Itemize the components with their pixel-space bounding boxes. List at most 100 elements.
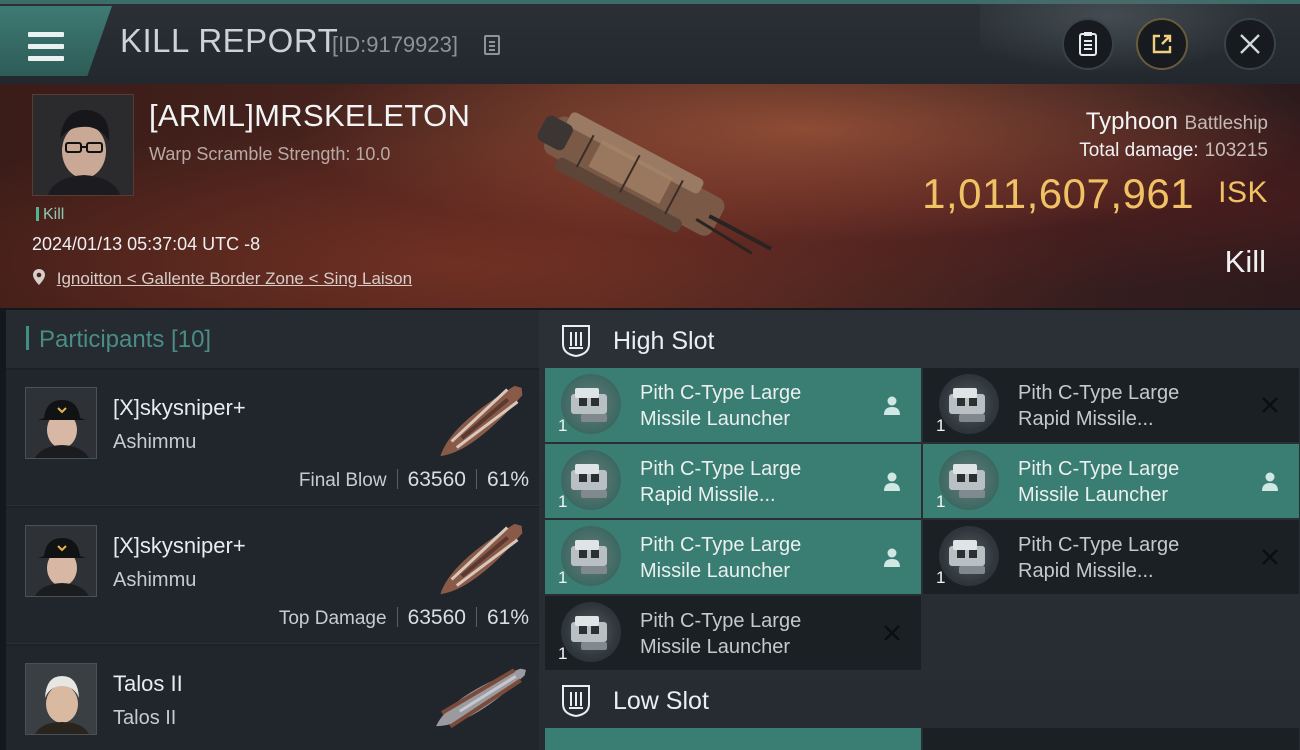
low-slot-module[interactable] (545, 728, 921, 750)
person-icon (881, 546, 903, 568)
high-slot-module[interactable]: 1 Pith C-Type Large Missile Launcher (545, 368, 921, 442)
missile-launcher-icon (561, 450, 621, 510)
share-button[interactable] (1136, 18, 1188, 70)
participant-ship-image (440, 385, 523, 457)
module-quantity: 1 (936, 416, 946, 435)
high-slot-module[interactable]: 1 Pith C-Type Large Missile Launcher (923, 444, 1299, 518)
ship-name[interactable]: Typhoon (1086, 108, 1178, 135)
total-damage-value: 103215 (1204, 140, 1268, 161)
participant-name[interactable]: Talos II (113, 671, 183, 697)
person-icon (1259, 470, 1281, 492)
module-name: Pith C-Type Large Missile Launcher (640, 608, 870, 660)
kill-result: Kill (1224, 244, 1266, 279)
close-icon (1240, 34, 1260, 54)
participant-avatar[interactable] (25, 387, 97, 459)
module-name-line2: Missile Launcher (1018, 484, 1169, 506)
module-quantity: 1 (936, 568, 946, 587)
participant-row[interactable]: [X]skysniper+ Ashimmu Final Blow 63560 61% (6, 370, 539, 506)
module-quantity: 1 (936, 492, 946, 511)
participant-name[interactable]: [X]skysniper+ (113, 395, 246, 421)
participant-row[interactable]: [X]skysniper+ Ashimmu Top Damage 63560 61% (6, 508, 539, 644)
participant-ship-image (440, 523, 523, 595)
participant-role: Top Damage (278, 608, 387, 629)
location-link[interactable]: Ignoitton < Gallente Border Zone < Sing … (57, 269, 412, 288)
module-name: Pith C-Type Large Rapid Missile... (1018, 380, 1248, 432)
victim-ship-image (537, 112, 773, 255)
low-slot-title: Low Slot (613, 686, 709, 715)
high-slot-icon (562, 325, 590, 358)
total-damage: Total damage: 103215 (1079, 140, 1268, 162)
person-icon (881, 470, 903, 492)
top-bar: KILL REPORT [ID:9179923] (0, 0, 1300, 84)
high-slot-module[interactable]: 1 Pith C-Type Large Rapid Missile... (545, 444, 921, 518)
module-name-line2: Rapid Missile... (1018, 560, 1154, 582)
module-name-line1: Pith C-Type Large (640, 610, 802, 632)
isk-amount: 1,011,607,961 (922, 170, 1195, 217)
high-slot-module[interactable]: 1 Pith C-Type Large Missile Launcher (545, 520, 921, 594)
victim-ship: Typhoon Battleship (1086, 108, 1268, 136)
participant-ship: Ashimmu (113, 569, 197, 591)
low-slot-module[interactable] (923, 728, 1299, 750)
module-name: Pith C-Type Large Missile Launcher (1018, 456, 1248, 508)
kill-location[interactable]: Ignoitton < Gallente Border Zone < Sing … (32, 268, 412, 289)
participant-ship: Talos II (113, 707, 177, 729)
participant-row[interactable]: Talos II Talos II (6, 646, 539, 750)
missile-launcher-icon (939, 526, 999, 586)
low-slot-header: Low Slot (561, 676, 709, 726)
close-button[interactable] (1224, 18, 1276, 70)
participant-avatar[interactable] (25, 663, 97, 735)
participant-ship-image (436, 668, 526, 729)
total-damage-label: Total damage: (1079, 140, 1199, 161)
module-name-line2: Rapid Missile... (640, 484, 776, 506)
module-name-line2: Missile Launcher (640, 560, 791, 582)
module-name-line1: Pith C-Type Large (640, 382, 802, 404)
participants-header: Participants [10] (6, 310, 539, 368)
missile-launcher-icon (561, 526, 621, 586)
module-name-line2: Missile Launcher (640, 636, 791, 658)
missile-launcher-icon (561, 602, 621, 662)
participants-panel: Participants [10] [X]skysniper+ Ashimmu … (6, 310, 539, 750)
location-pin-icon (33, 269, 45, 285)
module-name-line1: Pith C-Type Large (640, 534, 802, 556)
module-name-line1: Pith C-Type Large (1018, 382, 1180, 404)
menu-button[interactable] (0, 6, 112, 76)
ship-class: Battleship (1184, 113, 1268, 134)
copy-icon[interactable] (484, 35, 500, 55)
isk-value: 1,011,607,961 ISK (922, 170, 1268, 218)
module-name-line1: Pith C-Type Large (1018, 458, 1180, 480)
module-quantity: 1 (558, 492, 568, 511)
missile-launcher-icon (561, 374, 621, 434)
participant-percent: 61% (486, 468, 529, 491)
module-name: Pith C-Type Large Missile Launcher (640, 532, 870, 584)
module-name-line1: Pith C-Type Large (640, 458, 802, 480)
share-icon (1152, 34, 1172, 54)
victim-avatar[interactable] (32, 94, 134, 196)
report-id: [ID:9179923] (332, 32, 458, 57)
page-title: KILL REPORT (120, 22, 339, 59)
module-name: Pith C-Type Large Rapid Missile... (640, 456, 870, 508)
module-name-line1: Pith C-Type Large (1018, 534, 1180, 556)
low-slot-icon (562, 685, 590, 718)
module-name: Pith C-Type Large Rapid Missile... (1018, 532, 1248, 584)
fitting-panel: High Slot 1 Pith C-Type Large Missile Laun… (539, 310, 1300, 750)
high-slot-module[interactable]: 1 Pith C-Type Large Missile Launcher (545, 596, 921, 670)
clipboard-button[interactable] (1062, 18, 1114, 70)
participant-damage: 63560 (407, 468, 466, 491)
high-slot-title: High Slot (613, 326, 715, 355)
participant-avatar[interactable] (25, 525, 97, 597)
missile-launcher-icon (939, 450, 999, 510)
high-slot-module[interactable]: 1 Pith C-Type Large Rapid Missile... (923, 520, 1299, 594)
victim-name[interactable]: [ARML]MRSKELETON (149, 98, 470, 134)
isk-unit: ISK (1218, 176, 1268, 209)
module-quantity: 1 (558, 644, 568, 663)
participant-name[interactable]: [X]skysniper+ (113, 533, 246, 559)
menu-icon (28, 32, 64, 62)
participant-stats: Top Damage 63560 61% (279, 606, 529, 630)
high-slot-header: High Slot (561, 316, 714, 366)
participant-ship: Ashimmu (113, 431, 197, 453)
module-name: Pith C-Type Large Missile Launcher (640, 380, 870, 432)
close-icon (1259, 394, 1281, 416)
high-slot-module[interactable]: 1 Pith C-Type Large Rapid Missile... (923, 368, 1299, 442)
module-name-line2: Rapid Missile... (1018, 408, 1154, 430)
close-icon (1259, 546, 1281, 568)
